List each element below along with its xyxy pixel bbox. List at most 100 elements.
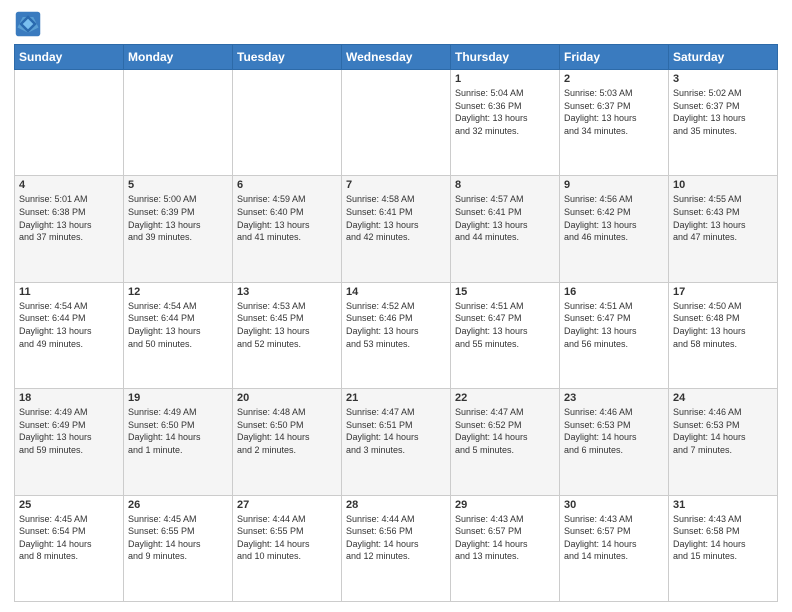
day-cell: 9 Sunrise: 4:56 AM Sunset: 6:42 PM Daylig… [560, 176, 669, 282]
week-row-2: 4Sunrise: 5:01 AM Sunset: 6:38 PM Daylig… [15, 176, 778, 282]
day-cell: 1 Sunrise: 5:04 AM Sunset: 6:36 PM Daylig… [451, 70, 560, 176]
day-cell: 11 Sunrise: 4:54 AM Sunset: 6:44 PM Dayli… [15, 282, 124, 388]
day-number: 12 [128, 286, 228, 298]
col-header-sunday: Sunday [15, 45, 124, 70]
day-number: 11 [19, 286, 119, 298]
day-cell: 5Sunrise: 5:00 AM Sunset: 6:39 PM Daylig… [124, 176, 233, 282]
day-number: 26 [128, 499, 228, 511]
day-cell: 15Sunrise: 4:51 AM Sunset: 6:47 PM Dayli… [451, 282, 560, 388]
day-number: 30 [564, 499, 664, 511]
header [14, 10, 778, 38]
col-header-saturday: Saturday [669, 45, 778, 70]
day-number: 19 [128, 392, 228, 404]
day-cell: 22Sunrise: 4:47 AM Sunset: 6:52 PM Dayli… [451, 389, 560, 495]
week-row-4: 18 Sunrise: 4:49 AM Sunset: 6:49 PM Dayli… [15, 389, 778, 495]
day-number: 21 [346, 392, 446, 404]
day-cell: 16Sunrise: 4:51 AM Sunset: 6:47 PM Dayli… [560, 282, 669, 388]
day-cell: 26 Sunrise: 4:45 AM Sunset: 6:55 PM Dayli… [124, 495, 233, 601]
week-row-3: 11 Sunrise: 4:54 AM Sunset: 6:44 PM Dayli… [15, 282, 778, 388]
day-info: Sunrise: 5:02 AM Sunset: 6:37 PM Dayligh… [673, 87, 773, 137]
day-cell: 29 Sunrise: 4:43 AM Sunset: 6:57 PM Dayli… [451, 495, 560, 601]
logo [14, 10, 46, 38]
day-cell [15, 70, 124, 176]
day-info: Sunrise: 4:51 AM Sunset: 6:47 PM Dayligh… [455, 300, 555, 350]
day-number: 29 [455, 499, 555, 511]
day-info: Sunrise: 4:54 AM Sunset: 6:44 PM Dayligh… [128, 300, 228, 350]
day-info: Sunrise: 4:45 AM Sunset: 6:54 PM Dayligh… [19, 513, 119, 563]
col-header-tuesday: Tuesday [233, 45, 342, 70]
day-cell: 8Sunrise: 4:57 AM Sunset: 6:41 PM Daylig… [451, 176, 560, 282]
day-cell: 6Sunrise: 4:59 AM Sunset: 6:40 PM Daylig… [233, 176, 342, 282]
calendar-page: SundayMondayTuesdayWednesdayThursdayFrid… [0, 0, 792, 612]
day-info: Sunrise: 4:43 AM Sunset: 6:57 PM Dayligh… [455, 513, 555, 563]
day-cell [342, 70, 451, 176]
day-info: Sunrise: 5:04 AM Sunset: 6:36 PM Dayligh… [455, 87, 555, 137]
day-info: Sunrise: 4:49 AM Sunset: 6:50 PM Dayligh… [128, 406, 228, 456]
day-number: 23 [564, 392, 664, 404]
day-cell: 7Sunrise: 4:58 AM Sunset: 6:41 PM Daylig… [342, 176, 451, 282]
day-cell: 13 Sunrise: 4:53 AM Sunset: 6:45 PM Dayli… [233, 282, 342, 388]
week-row-1: 1 Sunrise: 5:04 AM Sunset: 6:36 PM Daylig… [15, 70, 778, 176]
day-number: 2 [564, 73, 664, 85]
day-cell: 21 Sunrise: 4:47 AM Sunset: 6:51 PM Dayli… [342, 389, 451, 495]
day-number: 8 [455, 179, 555, 191]
day-cell: 25 Sunrise: 4:45 AM Sunset: 6:54 PM Dayli… [15, 495, 124, 601]
day-cell: 2 Sunrise: 5:03 AM Sunset: 6:37 PM Daylig… [560, 70, 669, 176]
col-header-wednesday: Wednesday [342, 45, 451, 70]
day-info: Sunrise: 4:55 AM Sunset: 6:43 PM Dayligh… [673, 193, 773, 243]
day-number: 27 [237, 499, 337, 511]
calendar-table: SundayMondayTuesdayWednesdayThursdayFrid… [14, 44, 778, 602]
day-number: 7 [346, 179, 446, 191]
col-header-monday: Monday [124, 45, 233, 70]
day-cell: 20 Sunrise: 4:48 AM Sunset: 6:50 PM Dayli… [233, 389, 342, 495]
day-info: Sunrise: 4:43 AM Sunset: 6:57 PM Dayligh… [564, 513, 664, 563]
day-cell: 31 Sunrise: 4:43 AM Sunset: 6:58 PM Dayli… [669, 495, 778, 601]
day-number: 13 [237, 286, 337, 298]
day-number: 3 [673, 73, 773, 85]
day-number: 25 [19, 499, 119, 511]
day-cell: 28 Sunrise: 4:44 AM Sunset: 6:56 PM Dayli… [342, 495, 451, 601]
col-header-thursday: Thursday [451, 45, 560, 70]
day-number: 18 [19, 392, 119, 404]
day-info: Sunrise: 4:46 AM Sunset: 6:53 PM Dayligh… [673, 406, 773, 456]
day-info: Sunrise: 4:44 AM Sunset: 6:55 PM Dayligh… [237, 513, 337, 563]
day-cell [124, 70, 233, 176]
day-cell: 3 Sunrise: 5:02 AM Sunset: 6:37 PM Daylig… [669, 70, 778, 176]
day-info: Sunrise: 4:54 AM Sunset: 6:44 PM Dayligh… [19, 300, 119, 350]
day-info: Sunrise: 4:49 AM Sunset: 6:49 PM Dayligh… [19, 406, 119, 456]
day-number: 24 [673, 392, 773, 404]
day-cell: 14 Sunrise: 4:52 AM Sunset: 6:46 PM Dayli… [342, 282, 451, 388]
day-info: Sunrise: 4:44 AM Sunset: 6:56 PM Dayligh… [346, 513, 446, 563]
day-info: Sunrise: 4:48 AM Sunset: 6:50 PM Dayligh… [237, 406, 337, 456]
day-cell: 23Sunrise: 4:46 AM Sunset: 6:53 PM Dayli… [560, 389, 669, 495]
day-info: Sunrise: 4:45 AM Sunset: 6:55 PM Dayligh… [128, 513, 228, 563]
day-info: Sunrise: 4:52 AM Sunset: 6:46 PM Dayligh… [346, 300, 446, 350]
day-cell: 12 Sunrise: 4:54 AM Sunset: 6:44 PM Dayli… [124, 282, 233, 388]
day-number: 1 [455, 73, 555, 85]
day-cell [233, 70, 342, 176]
day-number: 9 [564, 179, 664, 191]
week-row-5: 25 Sunrise: 4:45 AM Sunset: 6:54 PM Dayli… [15, 495, 778, 601]
day-info: Sunrise: 4:50 AM Sunset: 6:48 PM Dayligh… [673, 300, 773, 350]
day-info: Sunrise: 4:47 AM Sunset: 6:51 PM Dayligh… [346, 406, 446, 456]
header-row: SundayMondayTuesdayWednesdayThursdayFrid… [15, 45, 778, 70]
day-info: Sunrise: 4:56 AM Sunset: 6:42 PM Dayligh… [564, 193, 664, 243]
logo-icon [14, 10, 42, 38]
day-number: 28 [346, 499, 446, 511]
day-info: Sunrise: 5:00 AM Sunset: 6:39 PM Dayligh… [128, 193, 228, 243]
day-cell: 17 Sunrise: 4:50 AM Sunset: 6:48 PM Dayli… [669, 282, 778, 388]
day-cell: 30 Sunrise: 4:43 AM Sunset: 6:57 PM Dayli… [560, 495, 669, 601]
day-info: Sunrise: 5:03 AM Sunset: 6:37 PM Dayligh… [564, 87, 664, 137]
day-number: 17 [673, 286, 773, 298]
day-number: 14 [346, 286, 446, 298]
col-header-friday: Friday [560, 45, 669, 70]
day-number: 10 [673, 179, 773, 191]
day-info: Sunrise: 4:51 AM Sunset: 6:47 PM Dayligh… [564, 300, 664, 350]
day-number: 20 [237, 392, 337, 404]
day-number: 22 [455, 392, 555, 404]
day-info: Sunrise: 4:43 AM Sunset: 6:58 PM Dayligh… [673, 513, 773, 563]
day-number: 31 [673, 499, 773, 511]
day-info: Sunrise: 4:53 AM Sunset: 6:45 PM Dayligh… [237, 300, 337, 350]
day-cell: 27 Sunrise: 4:44 AM Sunset: 6:55 PM Dayli… [233, 495, 342, 601]
day-cell: 10 Sunrise: 4:55 AM Sunset: 6:43 PM Dayli… [669, 176, 778, 282]
